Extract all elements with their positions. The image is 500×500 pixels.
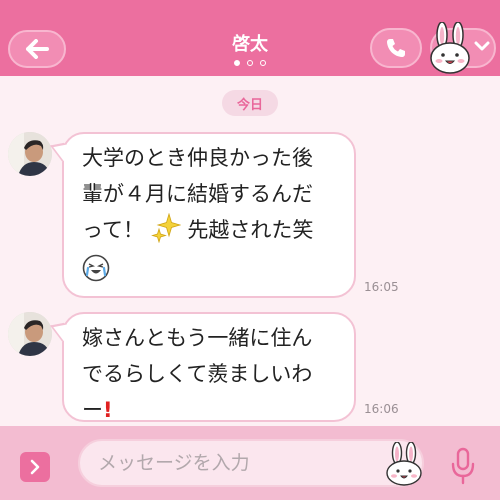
avatar[interactable] — [8, 312, 52, 356]
message-time: 16:06 — [364, 402, 399, 416]
message-bubble[interactable]: 嫁さんともう一緒に住ん でるらしくて羨ましいわ ー! — [62, 312, 356, 422]
sticker-button[interactable] — [384, 442, 424, 486]
page-indicator — [0, 60, 500, 66]
message-line: 嫁さんともう一緒に住ん — [82, 326, 313, 350]
message-text: って！ — [82, 218, 144, 242]
input-bar — [0, 426, 500, 500]
page-dot-active — [234, 60, 240, 66]
chat-header: 啓太 — [0, 0, 500, 76]
chevron-down-icon — [474, 41, 490, 51]
bunny-avatar-icon[interactable] — [428, 22, 472, 74]
microphone-icon[interactable] — [448, 446, 478, 486]
message-bubble[interactable]: 大学のとき仲良かった後 輩が４月に結婚するんだ って！ 先越された笑 — [62, 132, 356, 298]
message-text: ー — [82, 398, 103, 422]
date-separator: 今日 — [222, 90, 278, 116]
avatar[interactable] — [8, 132, 52, 176]
crying-laugh-sticker-icon — [82, 254, 110, 282]
red-exclamation-icon: ! — [103, 398, 113, 422]
message-input[interactable] — [78, 439, 424, 487]
message-line: 大学のとき仲良かった後 — [82, 146, 313, 170]
page-dot — [260, 60, 266, 66]
message-line: ー! — [82, 392, 338, 428]
message-time: 16:05 — [364, 280, 399, 294]
sparkle-icon — [150, 213, 181, 243]
message-text: 先越された笑 — [187, 218, 314, 242]
expand-button[interactable] — [20, 452, 50, 482]
chevron-right-icon — [30, 459, 40, 475]
chat-area[interactable]: 今日 大学のとき仲良かった後 輩が４月に結婚するんだ って！ 先越された笑 16… — [0, 76, 500, 426]
message-line: 輩が４月に結婚するんだ — [82, 182, 313, 206]
message-line: って！ 先越された笑 — [82, 212, 338, 248]
chat-title: 啓太 — [232, 34, 268, 55]
page-dot — [247, 60, 253, 66]
call-button[interactable] — [370, 28, 422, 68]
profile-photo — [8, 312, 52, 356]
message-line: でるらしくて羨ましいわ — [82, 362, 313, 386]
profile-photo — [8, 132, 52, 176]
phone-icon — [387, 39, 405, 57]
